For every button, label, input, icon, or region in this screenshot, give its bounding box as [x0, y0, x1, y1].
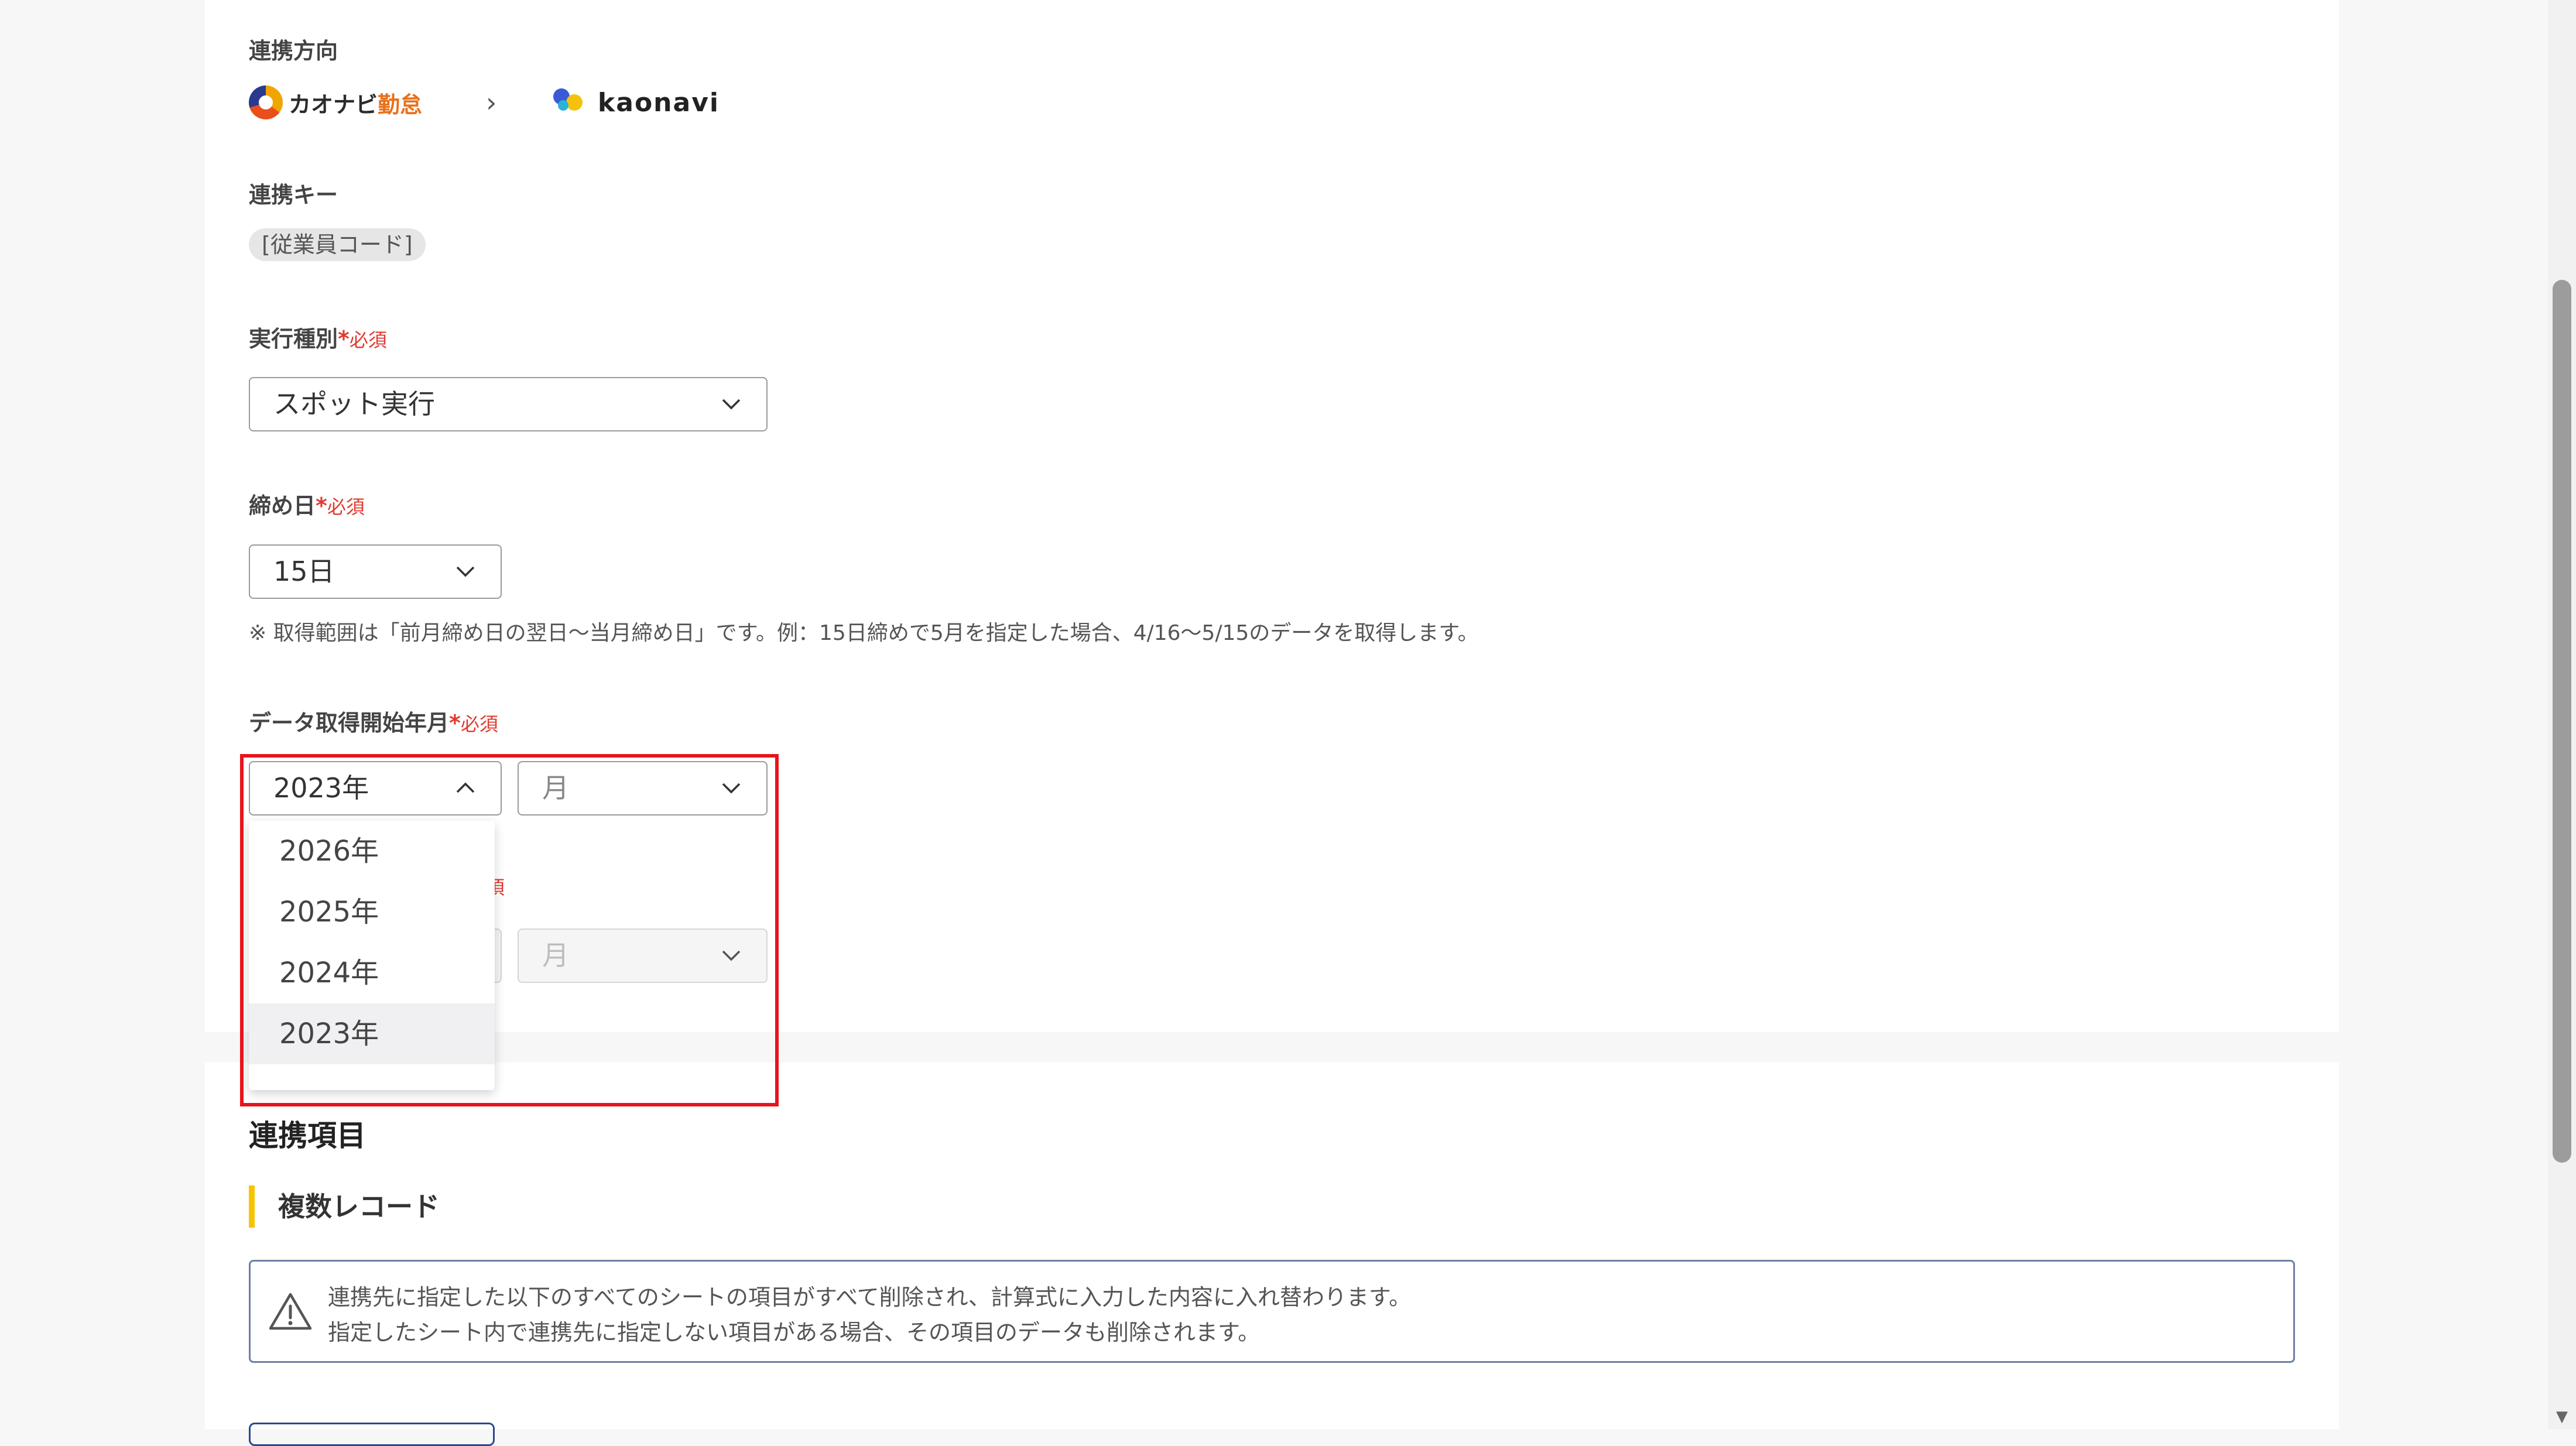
- scrollbar-thumb[interactable]: [2553, 280, 2571, 1163]
- closing-day-select[interactable]: 15日: [249, 544, 502, 599]
- closing-day-value: 15日: [273, 556, 335, 587]
- required-text: 必須: [349, 329, 387, 351]
- kaonavi-logo-icon: [553, 86, 590, 119]
- warning-line-1: 連携先に指定した以下のすべてのシートの項目がすべて削除され、計算式に入力した内容…: [328, 1284, 1412, 1310]
- items-section-subtitle: 複数レコード: [249, 1185, 440, 1228]
- exec-type-label: 実行種別*必須: [249, 328, 387, 350]
- closing-day-note: ※ 取得範囲は「前月締め日の翌日〜当月締め日」です。例：15日締めで5月を指定し…: [249, 621, 1479, 645]
- required-mark: *必須: [449, 710, 498, 736]
- exec-type-value: スポット実行: [273, 388, 435, 420]
- warning-icon: [269, 1293, 312, 1330]
- items-section-title: 連携項目: [249, 1119, 366, 1153]
- start-month-label: データ取得開始年月*必須: [249, 712, 498, 734]
- items-card: [205, 1063, 2339, 1429]
- chevron-down-icon: [722, 399, 741, 410]
- chevron-down-icon: [456, 566, 475, 577]
- key-label: 連携キー: [249, 182, 338, 208]
- required-mark: *必須: [338, 326, 387, 352]
- kaonavi-kintai-logo-icon: [249, 85, 283, 119]
- kaonavi-logo: kaonavi: [553, 85, 720, 120]
- kaonavi-kintai-logo-suffix: 勤怠: [378, 91, 423, 118]
- key-tag: [従業員コード]: [249, 228, 426, 261]
- scroll-down-arrow-icon[interactable]: ▼: [2550, 1408, 2574, 1426]
- closing-day-label-text: 締め日: [249, 493, 316, 519]
- start-month-label-text: データ取得開始年月: [249, 710, 450, 736]
- warning-line-2: 指定したシート内で連携先に指定しない項目がある場合、その項目のデータも削除されま…: [328, 1320, 1260, 1345]
- highlight-box: [240, 754, 779, 1106]
- direction-label: 連携方向: [249, 38, 338, 64]
- chevron-right-icon: ›: [486, 87, 497, 118]
- required-text: 必須: [460, 713, 498, 735]
- exec-type-label-text: 実行種別: [249, 326, 338, 352]
- closing-day-label: 締め日*必須: [249, 495, 365, 517]
- kaonavi-kintai-logo: カオナビ 勤怠: [249, 85, 422, 120]
- kaonavi-kintai-logo-text: カオナビ: [289, 91, 378, 118]
- exec-type-select[interactable]: スポット実行: [249, 377, 768, 431]
- warning-box: 連携先に指定した以下のすべてのシートの項目がすべて削除され、計算式に入力した内容…: [249, 1260, 2295, 1363]
- required-mark: *必須: [316, 493, 365, 519]
- partial-button[interactable]: [249, 1423, 495, 1446]
- kaonavi-logo-text: kaonavi: [598, 87, 720, 118]
- required-text: 必須: [327, 496, 365, 518]
